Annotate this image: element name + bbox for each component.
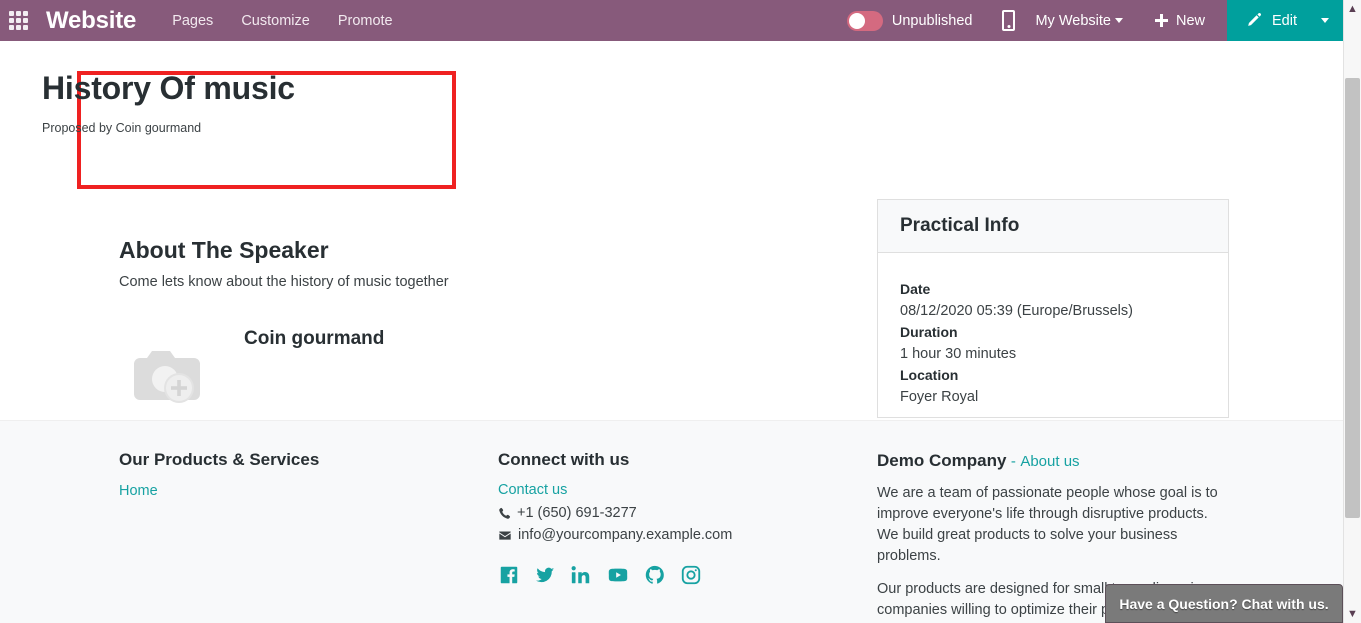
speaker-name: Coin gourmand: [244, 328, 385, 349]
footer-email-address: info@yourcompany.example.com: [518, 527, 733, 543]
footer-link-about-us[interactable]: About us: [1020, 453, 1079, 470]
navbar-right-group: Unpublished My Website New Edit: [846, 0, 1343, 41]
practical-info-label-location: Location: [900, 367, 959, 383]
twitter-icon[interactable]: [534, 564, 556, 586]
brand-title[interactable]: Website: [46, 7, 136, 35]
chevron-down-icon: [1114, 18, 1123, 24]
footer-email-row: info@yourcompany.example.com: [498, 527, 858, 543]
footer-company-paragraph-1: We are a team of passionate people whose…: [877, 485, 1218, 564]
scrollbar-thumb[interactable]: [1345, 78, 1360, 518]
page-canvas: History Of music Proposed by Coin gourma…: [0, 41, 1343, 623]
page-subtitle: Proposed by Coin gourmand: [42, 121, 202, 135]
edit-button-label: Edit: [1272, 12, 1297, 29]
about-speaker-description: Come lets know about the history of musi…: [119, 274, 449, 290]
github-icon[interactable]: [644, 564, 666, 586]
camera-add-photo-icon[interactable]: [128, 343, 206, 409]
edit-button[interactable]: Edit: [1227, 0, 1343, 41]
publish-toggle[interactable]: Unpublished: [846, 10, 973, 31]
nav-item-customize[interactable]: Customize: [241, 13, 310, 29]
linkedin-icon[interactable]: [570, 564, 592, 586]
about-speaker-heading: About The Speaker: [119, 237, 329, 263]
footer-products-heading: Our Products & Services: [119, 450, 320, 469]
nav-item-pages[interactable]: Pages: [172, 13, 213, 29]
practical-info-label-duration: Duration: [900, 324, 958, 340]
footer-link-contact-us[interactable]: Contact us: [498, 482, 567, 498]
plus-icon: [1154, 14, 1168, 27]
publish-switch[interactable]: [846, 10, 883, 31]
youtube-icon[interactable]: [606, 564, 630, 586]
top-navbar: Website Pages Customize Promote Unpublis…: [0, 0, 1343, 41]
practical-info-label-date: Date: [900, 281, 931, 297]
new-button[interactable]: New: [1154, 12, 1205, 29]
envelope-icon: [498, 529, 512, 542]
practical-info-value-date: 08/12/2020 05:39 (Europe/Brussels): [900, 302, 1133, 319]
practical-info-value-duration: 1 hour 30 minutes: [900, 345, 1017, 362]
chevron-up-icon[interactable]: ▲: [1344, 0, 1361, 18]
practical-info-value-location: Foyer Royal: [900, 388, 979, 405]
footer-company-heading-row: Demo Company - About us: [877, 421, 1237, 471]
practical-info-body: Date 08/12/2020 05:39 (Europe/Brussels) …: [878, 253, 1228, 408]
practical-info-title: Practical Info: [900, 215, 1020, 236]
facebook-icon[interactable]: [498, 564, 520, 586]
pencil-icon: [1245, 12, 1262, 29]
site-selector[interactable]: My Website: [1035, 13, 1123, 29]
footer-company-name: Demo Company: [877, 451, 1007, 470]
mobile-phone-icon[interactable]: [1002, 10, 1016, 31]
footer-column-connect: Connect with us Contact us +1 (650) 691-…: [498, 421, 858, 586]
practical-info-card: Practical Info Date 08/12/2020 05:39 (Eu…: [877, 199, 1229, 418]
vertical-scrollbar[interactable]: ▲ ▼: [1343, 0, 1361, 623]
phone-icon: [498, 507, 511, 520]
footer-link-home[interactable]: Home: [119, 483, 158, 499]
instagram-icon[interactable]: [680, 564, 702, 586]
apps-grid-icon[interactable]: [0, 0, 36, 41]
footer-column-products: Our Products & Services Home: [119, 421, 479, 500]
site-selector-label: My Website: [1035, 12, 1111, 29]
footer-phone-number: +1 (650) 691-3277: [517, 505, 637, 521]
chat-widget-label: Have a Question? Chat with us.: [1119, 595, 1329, 612]
new-button-label: New: [1175, 12, 1205, 29]
publish-state-label: Unpublished: [891, 12, 973, 29]
page-title: History Of music: [42, 70, 295, 106]
nav-item-promote[interactable]: Promote: [338, 13, 393, 29]
edit-dropdown-chevron-down-icon[interactable]: [1321, 18, 1329, 23]
footer-company-separator: -: [1010, 453, 1016, 470]
chevron-down-icon[interactable]: ▼: [1344, 605, 1361, 623]
footer-social-links: [498, 564, 858, 586]
chat-widget-button[interactable]: Have a Question? Chat with us.: [1105, 584, 1343, 623]
publish-switch-knob: [848, 12, 865, 29]
footer-phone-row: +1 (650) 691-3277: [498, 505, 858, 521]
footer-connect-heading: Connect with us: [498, 450, 630, 469]
practical-info-header: Practical Info: [878, 200, 1228, 253]
